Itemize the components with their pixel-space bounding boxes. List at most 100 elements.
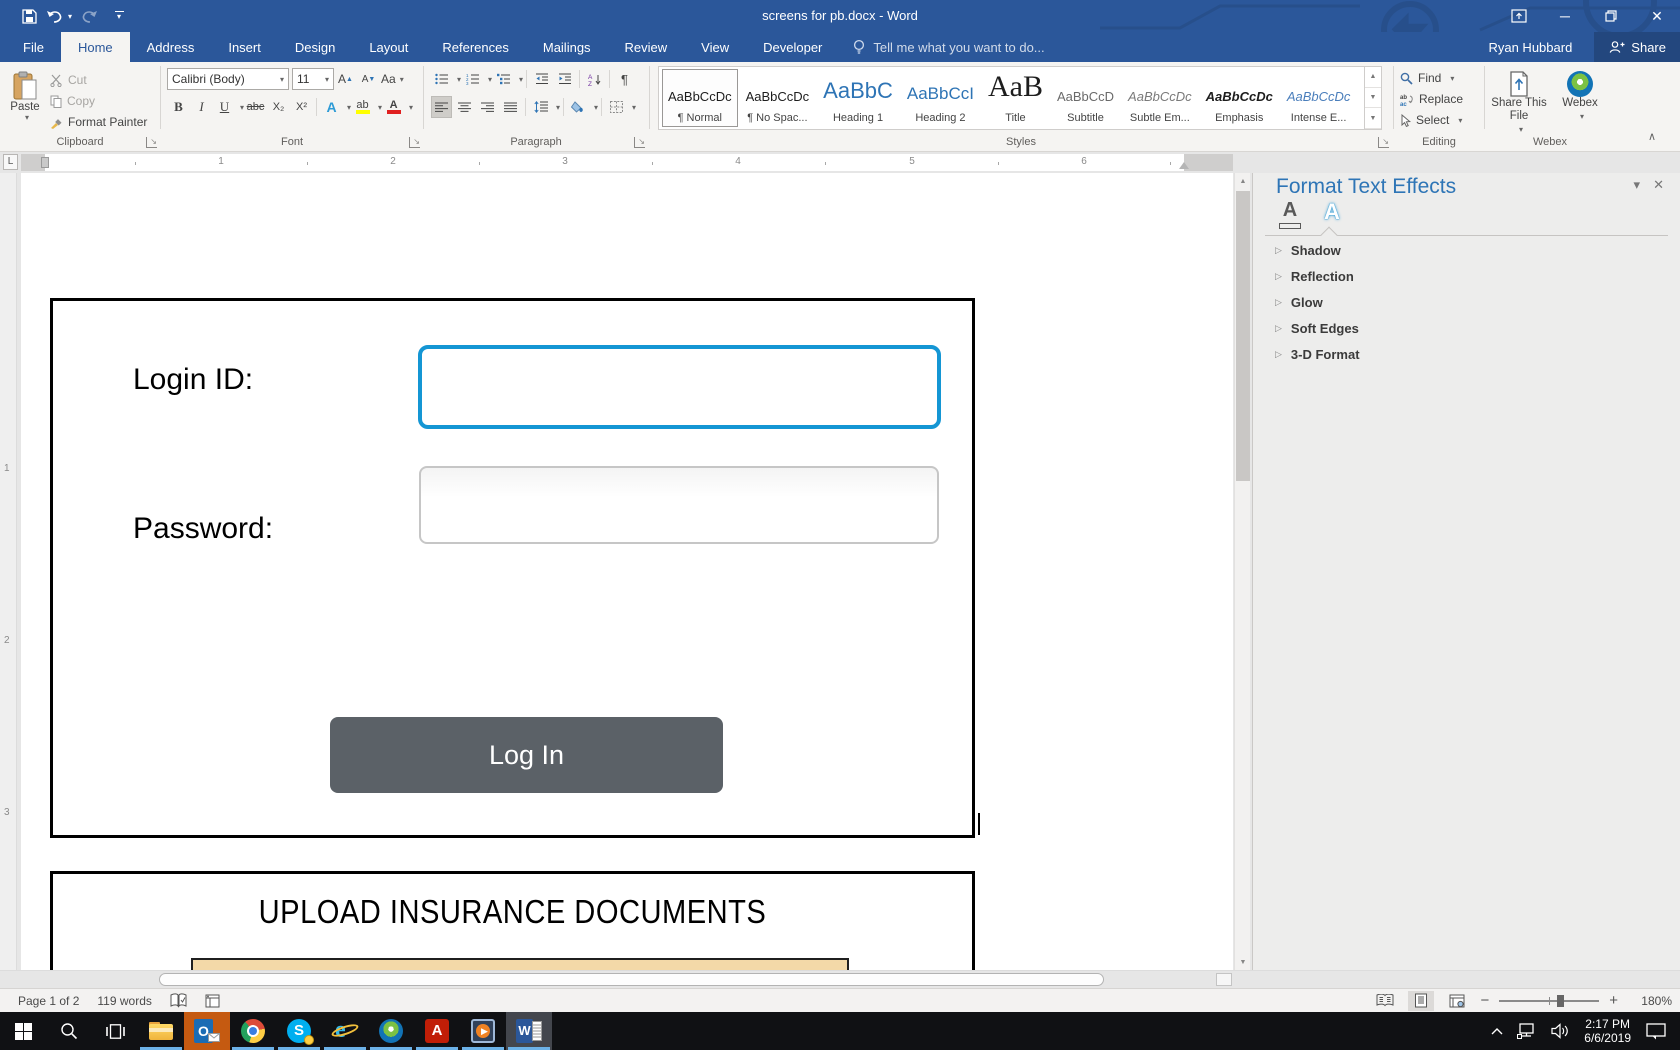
section-shadow[interactable]: ▷ Shadow (1275, 243, 1341, 258)
font-dialog-launcher[interactable]: ↘ (409, 137, 420, 148)
page-indicator[interactable]: Page 1 of 2 (18, 994, 79, 1008)
styles-dialog-launcher[interactable]: ↘ (1378, 137, 1389, 148)
section-glow[interactable]: ▷ Glow (1275, 295, 1323, 310)
highlight-dropdown[interactable]: ▾ (378, 103, 382, 112)
zoom-slider-thumb[interactable] (1557, 995, 1564, 1007)
horizontal-scrollbar[interactable] (0, 970, 1680, 988)
bold-button[interactable]: B (168, 96, 189, 118)
vertical-scroll-thumb[interactable] (1236, 191, 1250, 481)
left-indent-marker[interactable] (41, 157, 49, 168)
tab-file[interactable]: File (6, 32, 61, 62)
chrome-button[interactable] (230, 1012, 276, 1050)
select-button[interactable]: Select ▾ (1400, 108, 1462, 132)
macro-record-icon[interactable] (205, 994, 220, 1008)
style-item-intense-emphasis[interactable]: AaBbCcDc Intense E... (1281, 69, 1357, 127)
acrobat-button[interactable]: A (414, 1012, 460, 1050)
tab-insert[interactable]: Insert (211, 32, 278, 62)
italic-button[interactable]: I (191, 96, 212, 118)
login-id-input[interactable] (418, 345, 941, 429)
undo-button[interactable]: ▾ (44, 0, 74, 32)
align-center-button[interactable] (454, 96, 475, 118)
paragraph-dialog-launcher[interactable]: ↘ (634, 137, 645, 148)
bullets-button[interactable] (431, 68, 452, 90)
right-indent-marker[interactable] (1179, 162, 1189, 169)
scrollbar-corner-button[interactable] (1216, 973, 1232, 986)
vertical-scrollbar[interactable]: ▲ ▼ (1234, 173, 1250, 970)
network-tray-icon[interactable] (1510, 1012, 1544, 1050)
zoom-slider[interactable] (1499, 1000, 1599, 1002)
tab-mailings[interactable]: Mailings (526, 32, 608, 62)
change-case-button[interactable]: Aa▾ (381, 68, 404, 90)
undo-dropdown[interactable]: ▾ (68, 12, 72, 21)
tab-layout[interactable]: Layout (352, 32, 425, 62)
line-spacing-dropdown[interactable]: ▾ (556, 103, 560, 112)
superscript-button[interactable]: X² (291, 96, 312, 118)
document-page[interactable]: Login ID: Password: Log In UPLOAD INSURA… (21, 173, 1233, 970)
web-layout-button[interactable] (1444, 991, 1470, 1011)
bullets-dropdown[interactable]: ▾ (457, 75, 461, 84)
internet-explorer-button[interactable]: e (322, 1012, 368, 1050)
section-soft-edges[interactable]: ▷ Soft Edges (1275, 321, 1359, 336)
file-explorer-button[interactable] (138, 1012, 184, 1050)
show-hide-pilcrow-button[interactable]: ¶ (614, 68, 635, 90)
scroll-up-arrow[interactable]: ▲ (1235, 173, 1251, 189)
horizontal-ruler[interactable]: 1 2 3 4 5 6 (21, 154, 1233, 171)
zoom-out-button[interactable]: − (1480, 996, 1489, 1006)
tab-references[interactable]: References (425, 32, 525, 62)
style-item-subtitle[interactable]: AaBbCcD Subtitle (1051, 69, 1120, 127)
section-reflection[interactable]: ▷ Reflection (1275, 269, 1354, 284)
taskbar-search-button[interactable] (46, 1012, 92, 1050)
save-button[interactable] (14, 0, 44, 32)
clipboard-dialog-launcher[interactable]: ↘ (146, 137, 157, 148)
pane-close-button[interactable]: ✕ (1653, 177, 1664, 193)
subscript-button[interactable]: X₂ (268, 96, 289, 118)
text-effects-button[interactable]: A (321, 96, 342, 118)
share-this-file-dropdown[interactable]: ▾ (1519, 123, 1523, 136)
paste-dropdown[interactable]: ▾ (25, 113, 29, 122)
font-color-button[interactable]: A (383, 96, 404, 118)
tab-home[interactable]: Home (61, 32, 130, 62)
borders-dropdown[interactable]: ▾ (632, 103, 636, 112)
print-layout-button[interactable] (1408, 991, 1434, 1011)
close-button[interactable]: ✕ (1634, 0, 1680, 32)
password-input[interactable] (419, 466, 939, 544)
multilevel-list-button[interactable] (493, 68, 514, 90)
word-taskbar-button[interactable]: W (506, 1012, 552, 1050)
style-item-no-spacing[interactable]: AaBbCcDc ¶ No Spac... (740, 69, 816, 127)
tray-expand-chevron[interactable] (1484, 1012, 1510, 1050)
qat-customize-button[interactable]: ▾ (104, 0, 134, 32)
sort-button[interactable]: AZ (584, 68, 605, 90)
pane-options-dropdown[interactable]: ▾ (1633, 177, 1640, 193)
numbering-dropdown[interactable]: ▾ (488, 75, 492, 84)
align-left-button[interactable] (431, 96, 452, 118)
vertical-ruler[interactable]: 1 2 3 (0, 173, 17, 970)
decrease-indent-button[interactable] (531, 68, 552, 90)
webex-button[interactable]: Webex ▾ (1554, 65, 1606, 137)
tell-me-box[interactable]: Tell me what you want to do... (853, 32, 1044, 62)
tray-clock[interactable]: 2:17 PM 6/6/2019 (1576, 1017, 1639, 1045)
style-item-emphasis[interactable]: AaBbCcDc Emphasis (1200, 69, 1279, 127)
webex-taskbar-button[interactable] (368, 1012, 414, 1050)
styles-more-button[interactable]: ▼ (1365, 108, 1381, 129)
redo-button[interactable] (74, 0, 104, 32)
highlight-button[interactable]: ab (352, 96, 373, 118)
shading-dropdown[interactable]: ▾ (594, 103, 598, 112)
text-effects-dropdown[interactable]: ▾ (347, 103, 351, 112)
underline-dropdown[interactable]: ▾ (240, 103, 244, 112)
select-dropdown[interactable]: ▾ (1458, 116, 1462, 125)
skype-button[interactable]: S (276, 1012, 322, 1050)
scroll-down-arrow[interactable]: ▼ (1235, 954, 1251, 970)
restore-button[interactable] (1588, 0, 1634, 32)
horizontal-scroll-thumb[interactable] (159, 973, 1104, 986)
section-3d-format[interactable]: ▷ 3-D Format (1275, 347, 1360, 362)
collapse-ribbon-button[interactable]: ∧ (1648, 130, 1656, 143)
justify-button[interactable] (500, 96, 521, 118)
line-spacing-button[interactable] (530, 96, 551, 118)
style-item-normal[interactable]: AaBbCcDc ¶ Normal (662, 69, 738, 127)
tab-stop-selector[interactable]: L (3, 154, 18, 170)
tab-developer[interactable]: Developer (746, 32, 839, 62)
numbering-button[interactable]: 123 (462, 68, 483, 90)
shrink-font-button[interactable]: A▼ (358, 68, 379, 90)
read-mode-button[interactable] (1372, 991, 1398, 1011)
style-item-heading2[interactable]: AaBbCcI Heading 2 (901, 69, 980, 127)
